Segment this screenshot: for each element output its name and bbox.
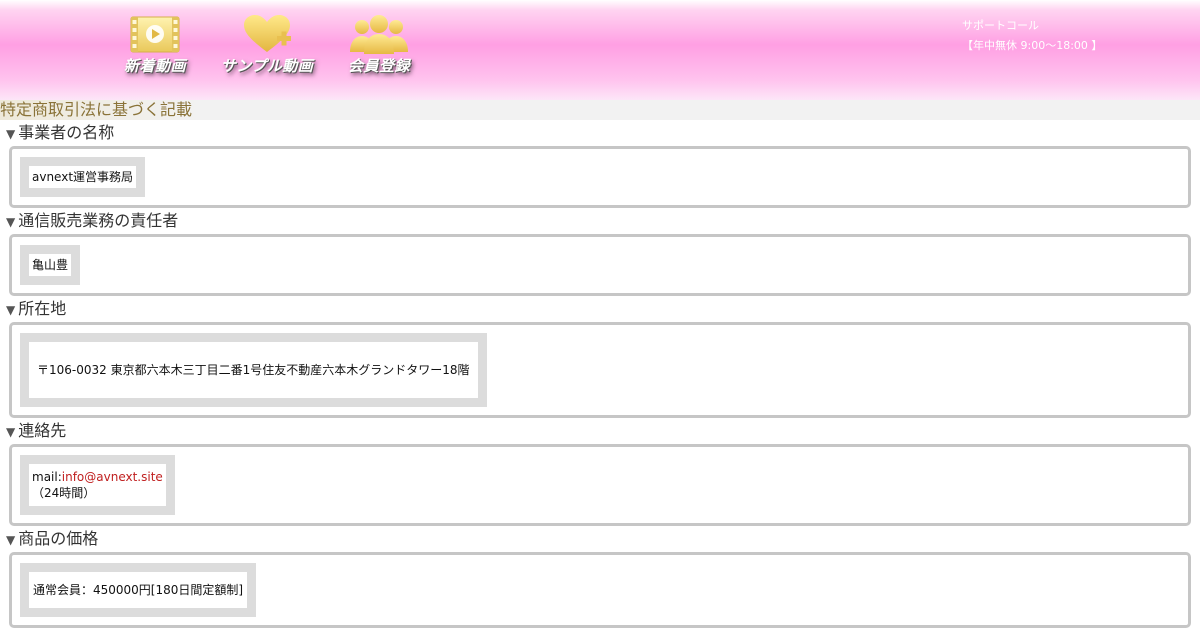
section-heading-price: ▼ 商品の価格 bbox=[6, 529, 99, 548]
users-group-icon bbox=[350, 15, 408, 54]
section-box-price: 通常会員：450000円[180日間定額制] bbox=[9, 552, 1191, 628]
section-heading-contact: ▼ 連絡先 bbox=[6, 421, 67, 440]
section-box-contact: mail:info@avnext.site （24時間） bbox=[9, 444, 1191, 526]
site-header: 新着動画 サンプル動画 会員登録 サポートコール 【年中無休 9:00～18:0… bbox=[0, 0, 1200, 100]
contact-value: mail:info@avnext.site （24時間） bbox=[29, 464, 166, 506]
nav-new-videos-label: 新着動画 bbox=[123, 57, 186, 75]
value-frame: 通常会員：450000円[180日間定額制] bbox=[20, 563, 257, 617]
contact-hours-note: （24時間） bbox=[32, 486, 96, 500]
address-value: 〒106-0032 東京都六本木三丁目二番1号住友不動産六本木グランドタワー18… bbox=[29, 342, 478, 398]
price-value: 通常会員：450000円[180日間定額制] bbox=[29, 572, 248, 608]
mail-label: mail: bbox=[32, 470, 62, 484]
section-heading-business-name: ▼ 事業者の名称 bbox=[6, 123, 115, 142]
contact-email-link[interactable]: info@avnext.site bbox=[62, 470, 163, 484]
nav-sample-videos-label: サンプル動画 bbox=[220, 57, 314, 75]
section-box-address: 〒106-0032 東京都六本木三丁目二番1号住友不動産六本木グランドタワー18… bbox=[9, 322, 1191, 418]
support-call-hours: 【年中無休 9:00～18:00 】 bbox=[962, 39, 1103, 52]
nav-sample-videos[interactable]: サンプル動画 bbox=[214, 14, 320, 76]
nav-member-register-label: 会員登録 bbox=[347, 57, 410, 75]
support-call: サポートコール 【年中無休 9:00～18:00 】 bbox=[962, 16, 1102, 56]
section-heading-manager: ▼ 通信販売業務の責任者 bbox=[6, 211, 179, 230]
value-frame: mail:info@avnext.site （24時間） bbox=[20, 455, 175, 515]
triangle-down-icon: ▼ bbox=[6, 303, 16, 317]
section-heading-address: ▼ 所在地 bbox=[6, 299, 67, 318]
nav-member-register[interactable]: 会員登録 bbox=[336, 14, 422, 76]
triangle-down-icon: ▼ bbox=[6, 533, 16, 547]
value-frame: 亀山豊 bbox=[20, 245, 81, 285]
business-name-value: avnext運営事務局 bbox=[29, 166, 137, 188]
support-call-title: サポートコール bbox=[962, 19, 1039, 32]
value-frame: 〒106-0032 東京都六本木三丁目二番1号住友不動産六本木グランドタワー18… bbox=[20, 333, 487, 407]
value-frame: avnext運営事務局 bbox=[20, 157, 146, 197]
triangle-down-icon: ▼ bbox=[6, 127, 16, 141]
film-play-icon bbox=[130, 16, 180, 53]
manager-value: 亀山豊 bbox=[29, 254, 72, 276]
triangle-down-icon: ▼ bbox=[6, 215, 16, 229]
section-box-business-name: avnext運営事務局 bbox=[9, 146, 1191, 208]
nav-new-videos[interactable]: 新着動画 bbox=[112, 14, 198, 76]
triangle-down-icon: ▼ bbox=[6, 425, 16, 439]
page-title: 特定商取引法に基づく記載 bbox=[0, 100, 1200, 120]
heart-plus-icon bbox=[244, 15, 291, 52]
section-box-manager: 亀山豊 bbox=[9, 234, 1191, 296]
